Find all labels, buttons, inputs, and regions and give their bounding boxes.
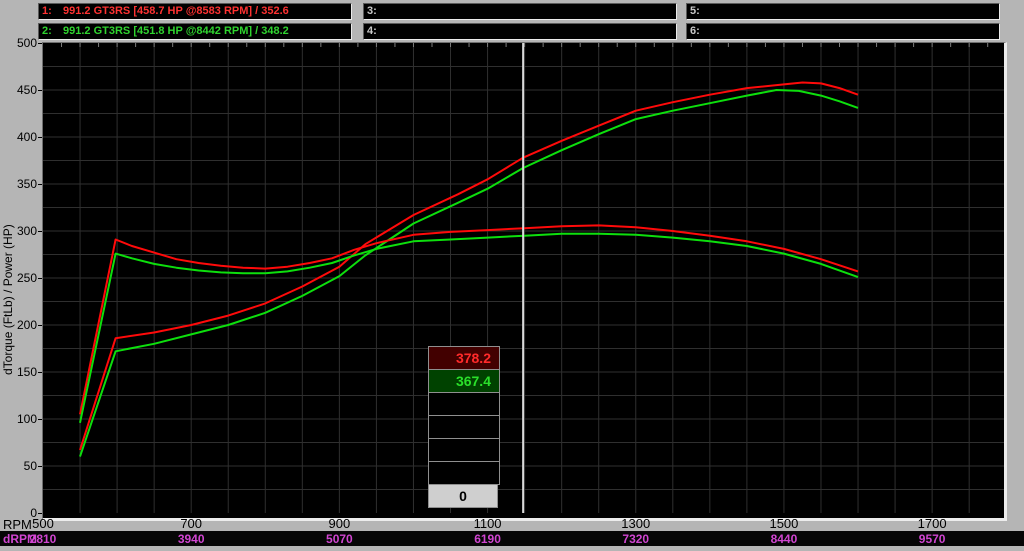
y-tick-label: 250	[0, 271, 37, 285]
y-tick-label: 300	[0, 224, 37, 238]
x-tick-label: 1100	[458, 516, 518, 531]
y-tick-mark	[38, 372, 42, 373]
x-tick-label: 700	[161, 516, 221, 531]
drpm-tick-label: 8440	[749, 532, 819, 546]
x-tick-mark	[636, 514, 637, 518]
drpm-tick-label: 7320	[601, 532, 671, 546]
legend-slot-number: 3:	[367, 4, 388, 19]
y-tick-mark	[38, 419, 42, 420]
legend-slot-number: 5:	[690, 4, 711, 19]
legend-slot-1[interactable]: 1:991.2 GT3RS [458.7 HP @8583 RPM] / 352…	[38, 3, 352, 20]
readout-cell	[428, 392, 500, 416]
y-tick-mark	[38, 137, 42, 138]
readout-cell: 378.2	[428, 346, 500, 370]
legend-slot-number: 6:	[690, 24, 711, 39]
legend-slot-2[interactable]: 2:991.2 GT3RS [451.8 HP @8442 RPM] / 348…	[38, 23, 352, 40]
drpm-tick-label: 5070	[304, 532, 374, 546]
readout-cell	[428, 438, 500, 462]
legend-slot-4[interactable]: 4:	[363, 23, 677, 40]
x-tick-mark	[932, 514, 933, 518]
dyno-app-window: 1:991.2 GT3RS [458.7 HP @8583 RPM] / 352…	[0, 0, 1024, 551]
y-tick-label: 150	[0, 365, 37, 379]
readout-cell	[428, 415, 500, 439]
y-tick-label: 200	[0, 318, 37, 332]
x-tick-label: 900	[309, 516, 369, 531]
legend-run-title: 991.2 GT3RS [451.8 HP @8442 RPM] / 348.2	[63, 25, 289, 37]
y-tick-mark	[38, 184, 42, 185]
x-tick-label: 1700	[902, 516, 962, 531]
y-tick-mark	[38, 90, 42, 91]
readout-cell	[428, 461, 500, 485]
readout-cell: 367.4	[428, 369, 500, 393]
y-tick-label: 500	[0, 36, 37, 50]
drpm-tick-label: 2810	[8, 532, 78, 546]
legend-slot-number: 1:	[42, 4, 63, 19]
y-tick-label: 100	[0, 412, 37, 426]
y-tick-label: 450	[0, 83, 37, 97]
legend-slot-3[interactable]: 3:	[363, 3, 677, 20]
y-tick-mark	[38, 513, 42, 514]
x-tick-mark	[191, 514, 192, 518]
plot-area[interactable]	[42, 42, 1007, 521]
y-tick-label: 400	[0, 130, 37, 144]
dyno-chart	[43, 43, 1004, 513]
x-tick-mark	[43, 514, 44, 518]
y-tick-mark	[38, 43, 42, 44]
x-tick-label: 1500	[754, 516, 814, 531]
y-tick-mark	[38, 466, 42, 467]
legend-slot-6[interactable]: 6:	[686, 23, 1000, 40]
readout-cell: 0	[428, 484, 498, 508]
x-tick-mark	[339, 514, 340, 518]
legend-slot-number: 2:	[42, 24, 63, 39]
legend-slot-5[interactable]: 5:	[686, 3, 1000, 20]
y-axis-title: dTorque (FtLb) / Power (HP)	[1, 150, 15, 450]
x-tick-label: 1300	[606, 516, 666, 531]
legend-run-title: 991.2 GT3RS [458.7 HP @8583 RPM] / 352.6	[63, 5, 289, 17]
x-tick-mark	[488, 514, 489, 518]
drpm-tick-label: 3940	[156, 532, 226, 546]
legend-slot-number: 4:	[367, 24, 388, 39]
y-tick-mark	[38, 231, 42, 232]
drpm-tick-label: 9570	[897, 532, 967, 546]
cursor-readout-box[interactable]: 378.2367.4 0	[428, 347, 498, 508]
drpm-tick-label: 6190	[453, 532, 523, 546]
y-tick-label: 50	[0, 459, 37, 473]
y-tick-mark	[38, 325, 42, 326]
x-tick-mark	[784, 514, 785, 518]
x-tick-label: 500	[13, 516, 73, 531]
y-tick-label: 350	[0, 177, 37, 191]
y-tick-mark	[38, 278, 42, 279]
